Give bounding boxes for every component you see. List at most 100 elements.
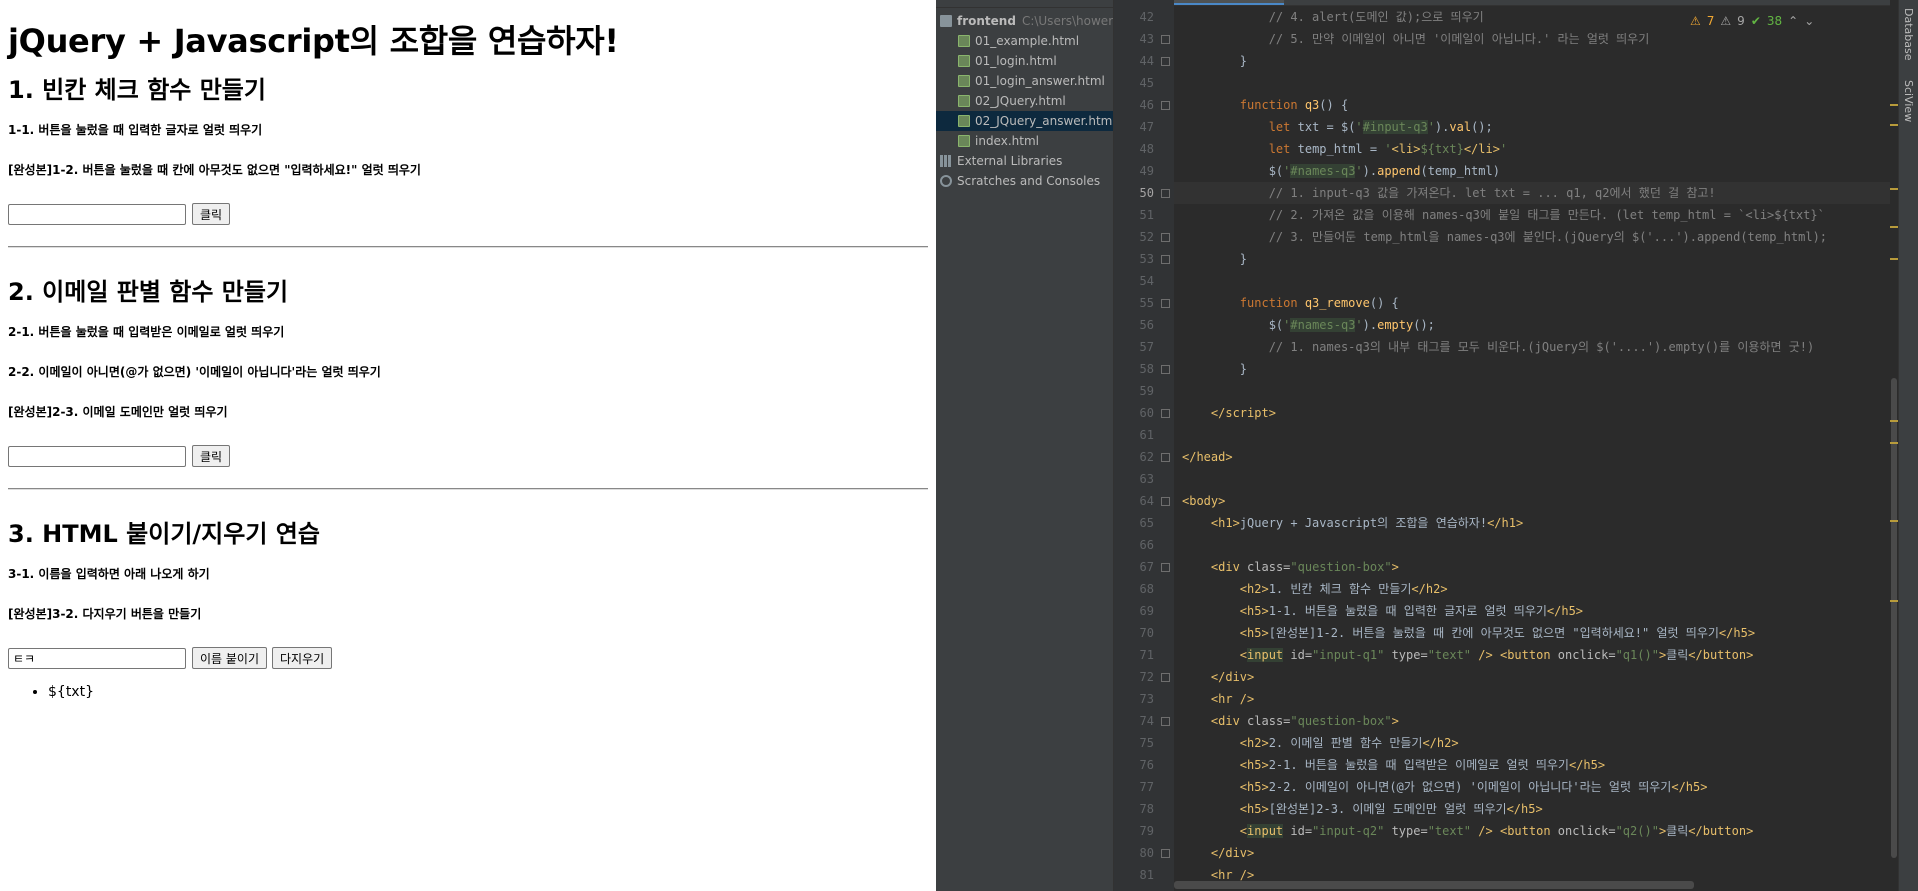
code-line[interactable]: let temp_html = '<li>${txt}</li>' (1174, 138, 1894, 160)
line-number: 54 (1139, 274, 1154, 288)
database-tab[interactable]: Database (1902, 8, 1915, 61)
sciview-tab[interactable]: SciView (1902, 80, 1915, 122)
fold-marker-icon[interactable] (1161, 717, 1170, 726)
code-line[interactable] (1174, 424, 1894, 446)
fold-marker-icon[interactable] (1161, 35, 1170, 44)
inspection-widget[interactable]: ⚠ 7 ⚠ 9 ✔ 38 ⌃ ⌄ (1686, 14, 1819, 28)
error-stripe-mark[interactable] (1890, 442, 1898, 444)
input-q1[interactable] (8, 203, 186, 225)
fold-marker-icon[interactable] (1161, 57, 1170, 66)
chevron-up-icon[interactable]: ⌃ (1788, 14, 1798, 28)
code-line[interactable] (1174, 468, 1894, 490)
code-line[interactable]: // 1. names-q3의 내부 태그를 모두 비운다.(jQuery의 $… (1174, 336, 1894, 358)
code-line[interactable]: <h5>1-1. 버튼을 눌렀을 때 입력한 글자로 얼럿 띄우기</h5> (1174, 600, 1894, 622)
horizontal-scrollbar[interactable] (1174, 881, 1694, 889)
code-line[interactable]: <h5>2-1. 버튼을 눌렀을 때 입력받은 이메일로 얼럿 띄우기</h5> (1174, 754, 1894, 776)
code-line[interactable]: // 5. 만약 이메일이 아니면 '이메일이 아닙니다.' 라는 얼럿 띄우기 (1174, 28, 1894, 50)
q2-click-button[interactable]: 클릭 (192, 445, 231, 467)
error-stripe-mark[interactable] (1890, 104, 1898, 106)
tree-file[interactable]: 02_JQuery.html (936, 91, 1113, 111)
code-line[interactable]: <hr /> (1174, 688, 1894, 710)
code-line[interactable]: let txt = $('#input-q3').val(); (1174, 116, 1894, 138)
code-line[interactable]: <h2>2. 이메일 판별 함수 만들기</h2> (1174, 732, 1894, 754)
project-toolbar (936, 0, 1113, 8)
code-line[interactable] (1174, 270, 1894, 292)
q1-click-button[interactable]: 클릭 (192, 203, 231, 225)
code-line[interactable]: <div class="question-box"> (1174, 556, 1894, 578)
fold-marker-icon[interactable] (1161, 365, 1170, 374)
fold-marker-icon[interactable] (1161, 849, 1170, 858)
error-stripe-mark[interactable] (1890, 226, 1898, 228)
append-name-button[interactable]: 이름 붙이기 (192, 647, 268, 669)
line-number: 48 (1139, 142, 1154, 156)
fold-marker-icon[interactable] (1161, 101, 1170, 110)
tree-file-selected[interactable]: 02_JQuery_answer.html (936, 111, 1113, 131)
code-line[interactable]: <h1>jQuery + Javascript의 조합을 연습하자!</h1> (1174, 512, 1894, 534)
error-stripe-mark[interactable] (1890, 188, 1898, 190)
input-row: 클릭 (8, 444, 928, 468)
fold-marker-icon[interactable] (1161, 255, 1170, 264)
vertical-scrollbar[interactable] (1890, 0, 1898, 891)
fold-marker-icon[interactable] (1161, 563, 1170, 572)
tree-file[interactable]: 01_example.html (936, 31, 1113, 51)
tree-external-libraries[interactable]: External Libraries (936, 151, 1113, 171)
code-line[interactable] (1174, 380, 1894, 402)
code-line[interactable]: <h5>[완성본]1-2. 버튼을 눌렀을 때 칸에 아무것도 없으면 "입력하… (1174, 622, 1894, 644)
code-line[interactable]: // 3. 만들어둔 temp_html을 names-q3에 붙인다.(jQu… (1174, 226, 1894, 248)
instruction-text: 2-1. 버튼을 눌렀을 때 입력받은 이메일로 얼럿 띄우기 (8, 325, 285, 339)
code-line[interactable] (1174, 72, 1894, 94)
code-line[interactable]: } (1174, 358, 1894, 380)
code-line[interactable]: $('#names-q3').empty(); (1174, 314, 1894, 336)
input-q3[interactable] (8, 647, 186, 669)
code-editor[interactable]: // 4. alert(도메인 값);으로 띄우기 // 5. 만약 이메일이 … (1174, 0, 1894, 891)
code-line[interactable]: <input id="input-q1" type="text" /> <but… (1174, 644, 1894, 666)
code-line[interactable]: $('#names-q3').append(temp_html) (1174, 160, 1894, 182)
code-line[interactable]: <body> (1174, 490, 1894, 512)
tree-scratches[interactable]: Scratches and Consoles (936, 171, 1113, 191)
error-stripe-mark[interactable] (1890, 124, 1898, 126)
chevron-down-icon[interactable]: ⌄ (1804, 14, 1814, 28)
tree-file[interactable]: 01_login.html (936, 51, 1113, 71)
code-line[interactable]: <h5>2-2. 이메일이 아니면(@가 없으면) '이메일이 아닙니다'라는 … (1174, 776, 1894, 798)
line-number: 57 (1139, 340, 1154, 354)
line-number: 74 (1114, 710, 1174, 732)
line-number: 67 (1114, 556, 1174, 578)
fold-marker-icon[interactable] (1161, 409, 1170, 418)
code-line[interactable]: </div> (1174, 842, 1894, 864)
code-line[interactable]: <div class="question-box"> (1174, 710, 1894, 732)
line-number: 43 (1114, 28, 1174, 50)
code-line[interactable]: // 2. 가져온 값을 이용해 names-q3에 붙일 태그를 만든다. (… (1174, 204, 1894, 226)
clear-all-button[interactable]: 다지우기 (272, 647, 333, 669)
error-stripe-mark[interactable] (1890, 258, 1898, 260)
tree-file[interactable]: 01_login_answer.html (936, 71, 1113, 91)
scrollbar-thumb[interactable] (1891, 378, 1897, 858)
code-line[interactable]: <h5>[완성본]2-3. 이메일 도메인만 얼럿 띄우기</h5> (1174, 798, 1894, 820)
fold-marker-icon[interactable] (1161, 299, 1170, 308)
error-stripe-mark[interactable] (1890, 420, 1898, 422)
code-line[interactable]: </div> (1174, 666, 1894, 688)
code-line[interactable] (1174, 534, 1894, 556)
fold-marker-icon[interactable] (1161, 453, 1170, 462)
error-stripe-mark[interactable] (1890, 520, 1898, 522)
fold-marker-icon[interactable] (1161, 497, 1170, 506)
code-line[interactable]: <input id="input-q2" type="text" /> <but… (1174, 820, 1894, 842)
code-line[interactable]: } (1174, 248, 1894, 270)
code-line[interactable]: </script> (1174, 402, 1894, 424)
line-number: 66 (1139, 538, 1154, 552)
input-q2[interactable] (8, 445, 186, 467)
code-line[interactable]: } (1174, 50, 1894, 72)
code-line[interactable]: function q3() { (1174, 94, 1894, 116)
code-line[interactable]: <h2>1. 빈칸 체크 함수 만들기</h2> (1174, 578, 1894, 600)
fold-marker-icon[interactable] (1161, 673, 1170, 682)
code-line[interactable]: function q3_remove() { (1174, 292, 1894, 314)
warning-icon: ⚠ (1690, 14, 1701, 28)
tree-file[interactable]: index.html (936, 131, 1113, 151)
line-number: 79 (1139, 824, 1154, 838)
tree-root-frontend[interactable]: frontend C:\Users\hower\ (936, 11, 1113, 31)
fold-marker-icon[interactable] (1161, 233, 1170, 242)
code-line[interactable]: </head> (1174, 446, 1894, 468)
error-stripe-mark[interactable] (1890, 600, 1898, 602)
code-line[interactable]: // 1. input-q3 값을 가져온다. let txt = ... q1… (1174, 182, 1894, 204)
fold-marker-icon[interactable] (1161, 189, 1170, 198)
divider (8, 488, 928, 490)
